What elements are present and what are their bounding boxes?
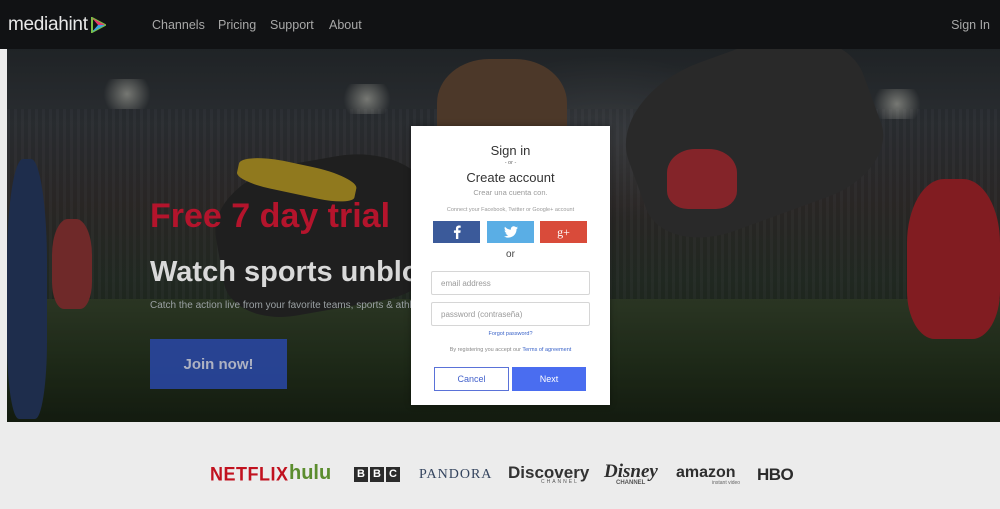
email-field[interactable] (431, 271, 590, 295)
facebook-icon (453, 225, 461, 239)
next-button[interactable]: Next (512, 367, 586, 391)
bbc-letter: B (370, 467, 384, 482)
join-now-button[interactable]: Join now! (150, 339, 287, 389)
modal-or-small: - or - (504, 160, 517, 166)
terms-prefix: By registering you accept our (449, 347, 521, 353)
hulu-logo: hulu (289, 462, 332, 484)
password-field[interactable] (431, 302, 590, 326)
disney-logo-sub: CHANNEL (616, 480, 646, 486)
google-plus-button[interactable]: g+ (540, 221, 587, 243)
brand-strip (0, 422, 1000, 509)
modal-or: or (506, 249, 515, 260)
modal-title: Sign in (490, 143, 531, 158)
hbo-logo: HBO (757, 465, 794, 484)
logo-text: mediahint (8, 14, 88, 35)
bbc-letter: C (386, 467, 400, 482)
twitter-button[interactable] (487, 221, 534, 243)
discovery-logo-sub: CHANNEL (541, 479, 579, 485)
modal-create-account-es: Crear una cuenta con. (473, 188, 548, 197)
amazon-logo-sub: instant video (712, 480, 741, 486)
sign-in-modal: Sign in - or - Create account Crear una … (411, 126, 610, 405)
bbc-logo: B B C (354, 467, 400, 482)
play-logo-icon (90, 17, 106, 33)
modal-create-account: Create account (466, 170, 555, 185)
nav-pricing[interactable]: Pricing (218, 18, 256, 32)
nav-about[interactable]: About (329, 18, 362, 32)
terms-notice: By registering you accept our Terms of a… (411, 347, 610, 353)
modal-connect-text: Connect your Facebook, Twitter or Google… (446, 207, 575, 213)
nav-channels[interactable]: Channels (152, 18, 205, 32)
logo[interactable]: mediahint (8, 14, 106, 36)
top-nav: mediahint Channels Pricing Support About… (0, 0, 1000, 49)
bbc-letter: B (354, 467, 368, 482)
terms-link[interactable]: Terms of agreement (522, 347, 571, 353)
netflix-logo: NETFLIX (210, 462, 289, 485)
nav-support[interactable]: Support (270, 18, 314, 32)
facebook-button[interactable] (433, 221, 480, 243)
pandora-logo: PANDORA (419, 467, 493, 482)
twitter-icon (503, 226, 518, 238)
google-plus-icon: g+ (557, 224, 570, 239)
nav-sign-in[interactable]: Sign In (951, 18, 990, 32)
cancel-button[interactable]: Cancel (434, 367, 509, 391)
hero-tagline: Catch the action live from your favorite… (150, 300, 431, 311)
forgot-password-link[interactable]: Forgot password? (411, 331, 610, 337)
hero-headline: Free 7 day trial (150, 197, 391, 235)
